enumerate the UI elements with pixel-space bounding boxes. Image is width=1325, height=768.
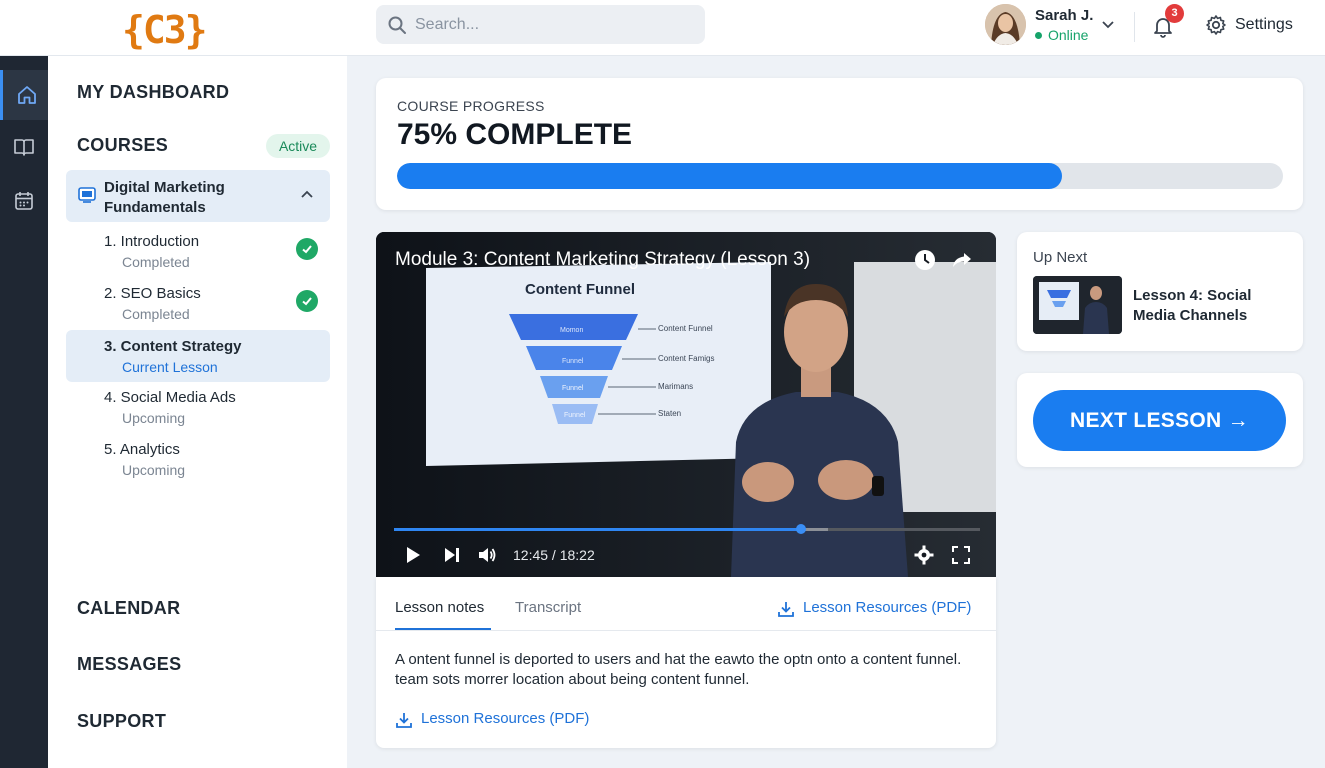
up-next-thumbnail[interactable] <box>1033 276 1122 334</box>
lesson-status: Upcoming <box>122 410 186 426</box>
share-icon[interactable] <box>950 248 974 272</box>
lesson-item-social-media-ads[interactable]: 4. Social Media Ads Upcoming <box>66 384 330 436</box>
lesson-title: 4. Social Media Ads <box>104 389 236 406</box>
lesson-item-content-strategy[interactable]: 3. Content Strategy Current Lesson <box>66 330 330 382</box>
sidebar: MY DASHBOARD COURSES Active Digital Mark… <box>48 56 347 768</box>
course-icon <box>78 187 96 203</box>
tab-lesson-notes[interactable]: Lesson notes <box>395 599 484 616</box>
lesson-status: Completed <box>122 306 190 322</box>
check-circle-icon <box>296 290 318 312</box>
chevron-up-icon[interactable] <box>300 188 314 202</box>
nav-messages[interactable]: MESSAGES <box>77 654 181 675</box>
next-lesson-button[interactable]: NEXT LESSON → <box>1033 390 1286 451</box>
lesson-title: 1. Introduction <box>104 233 200 250</box>
download-icon <box>396 713 412 728</box>
lesson-item-introduction[interactable]: 1. Introduction Completed <box>66 228 330 280</box>
video-title: Module 3: Content Marketing Strategy (Le… <box>395 249 811 270</box>
up-next-label: Up Next <box>1033 249 1088 266</box>
video-time: 12:45 / 18:22 <box>513 547 595 563</box>
rail-calendar[interactable] <box>0 176 48 226</box>
clock-icon[interactable] <box>913 248 937 272</box>
course-progress-card: COURSE PROGRESS 75% COMPLETE <box>376 78 1303 210</box>
lesson-resources-label: Lesson Resources (PDF) <box>803 599 972 616</box>
funnel-label: Marimans <box>658 382 694 391</box>
search-placeholder: Search... <box>415 16 480 33</box>
check-circle-icon <box>296 238 318 260</box>
divider <box>376 630 996 631</box>
lesson-title: 5. Analytics <box>104 441 180 458</box>
download-icon <box>778 602 794 617</box>
user-status-label: Online <box>1048 27 1089 43</box>
progress-value: 75% COMPLETE <box>397 118 633 151</box>
avatar[interactable] <box>985 4 1026 45</box>
up-next-title: Lesson 4: Social Media Channels <box>1133 287 1252 324</box>
lesson-title: 2. SEO Basics <box>104 285 201 302</box>
funnel-inner-label: Funnel <box>562 385 584 392</box>
slide-title: Content Funnel <box>525 281 635 298</box>
fullscreen-icon[interactable] <box>951 545 971 565</box>
tab-transcript[interactable]: Transcript <box>515 599 581 616</box>
funnel-inner-label: Funnel <box>564 412 586 419</box>
book-icon <box>14 139 34 156</box>
gear-icon <box>1206 15 1226 35</box>
search-input[interactable]: Search... <box>376 5 705 44</box>
nav-my-dashboard[interactable]: MY DASHBOARD <box>77 82 229 103</box>
funnel-inner-label: Funnel <box>562 358 584 365</box>
status-badge: Active <box>266 134 330 158</box>
notification-badge: 3 <box>1165 4 1184 23</box>
calendar-icon <box>15 192 33 210</box>
video-scrubber[interactable] <box>394 524 980 534</box>
lesson-status: Current Lesson <box>122 359 218 375</box>
nav-calendar[interactable]: CALENDAR <box>77 598 180 619</box>
progress-label: COURSE PROGRESS <box>397 98 545 114</box>
next-lesson-card: NEXT LESSON → <box>1017 373 1303 467</box>
video-frame <box>376 232 996 577</box>
up-next-card[interactable]: Up Next Lesson 4: Social Media Channels <box>1017 232 1303 351</box>
play-icon[interactable] <box>403 545 423 565</box>
lesson-title: 3. Content Strategy <box>104 338 242 355</box>
lesson-notes-panel: Lesson notes Transcript Lesson Resources… <box>376 577 996 748</box>
lesson-status: Upcoming <box>122 462 186 478</box>
lesson-item-seo-basics[interactable]: 2. SEO Basics Completed <box>66 280 330 332</box>
lesson-resources-label: Lesson Resources (PDF) <box>421 710 590 727</box>
chevron-down-icon[interactable] <box>1100 16 1116 32</box>
nav-support[interactable]: SUPPORT <box>77 711 166 732</box>
icon-rail <box>0 56 48 768</box>
volume-icon[interactable] <box>477 545 497 565</box>
scrubber-played <box>394 528 801 531</box>
progress-bar-fill <box>397 163 1062 189</box>
course-title: Digital Marketing Fundamentals <box>104 179 225 216</box>
funnel-label: Content Famigs <box>658 354 715 363</box>
funnel-label: Staten <box>658 409 682 418</box>
course-accordion[interactable]: Digital Marketing Fundamentals <box>66 170 330 222</box>
settings-label: Settings <box>1235 16 1293 33</box>
nav-courses[interactable]: COURSES <box>77 135 168 156</box>
user-name[interactable]: Sarah J. <box>1035 7 1093 24</box>
user-status: Online <box>1035 27 1088 43</box>
rail-courses[interactable] <box>0 122 48 172</box>
home-icon <box>18 86 36 104</box>
online-dot-icon <box>1035 32 1042 39</box>
lesson-status: Completed <box>122 254 190 270</box>
skip-next-icon[interactable] <box>442 545 462 565</box>
gear-icon[interactable] <box>914 545 934 565</box>
rail-home[interactable] <box>0 70 48 120</box>
funnel-label: Content Funnel <box>658 324 713 333</box>
progress-bar <box>397 163 1283 189</box>
logo[interactable]: {C3} <box>122 8 208 52</box>
funnel-inner-label: Momon <box>560 327 584 334</box>
video-player[interactable]: Content Funnel Momon Funnel Funnel Funne… <box>376 232 996 577</box>
lesson-notes-body: A ontent funnel is deported to users and… <box>395 651 962 688</box>
lesson-item-analytics[interactable]: 5. Analytics Upcoming <box>66 436 330 488</box>
search-icon <box>388 16 406 34</box>
header-divider <box>1134 12 1135 42</box>
top-bar: {C3} Search... Sarah J. Online 3 Setting… <box>0 0 1325 56</box>
scrubber-handle[interactable] <box>795 524 806 534</box>
